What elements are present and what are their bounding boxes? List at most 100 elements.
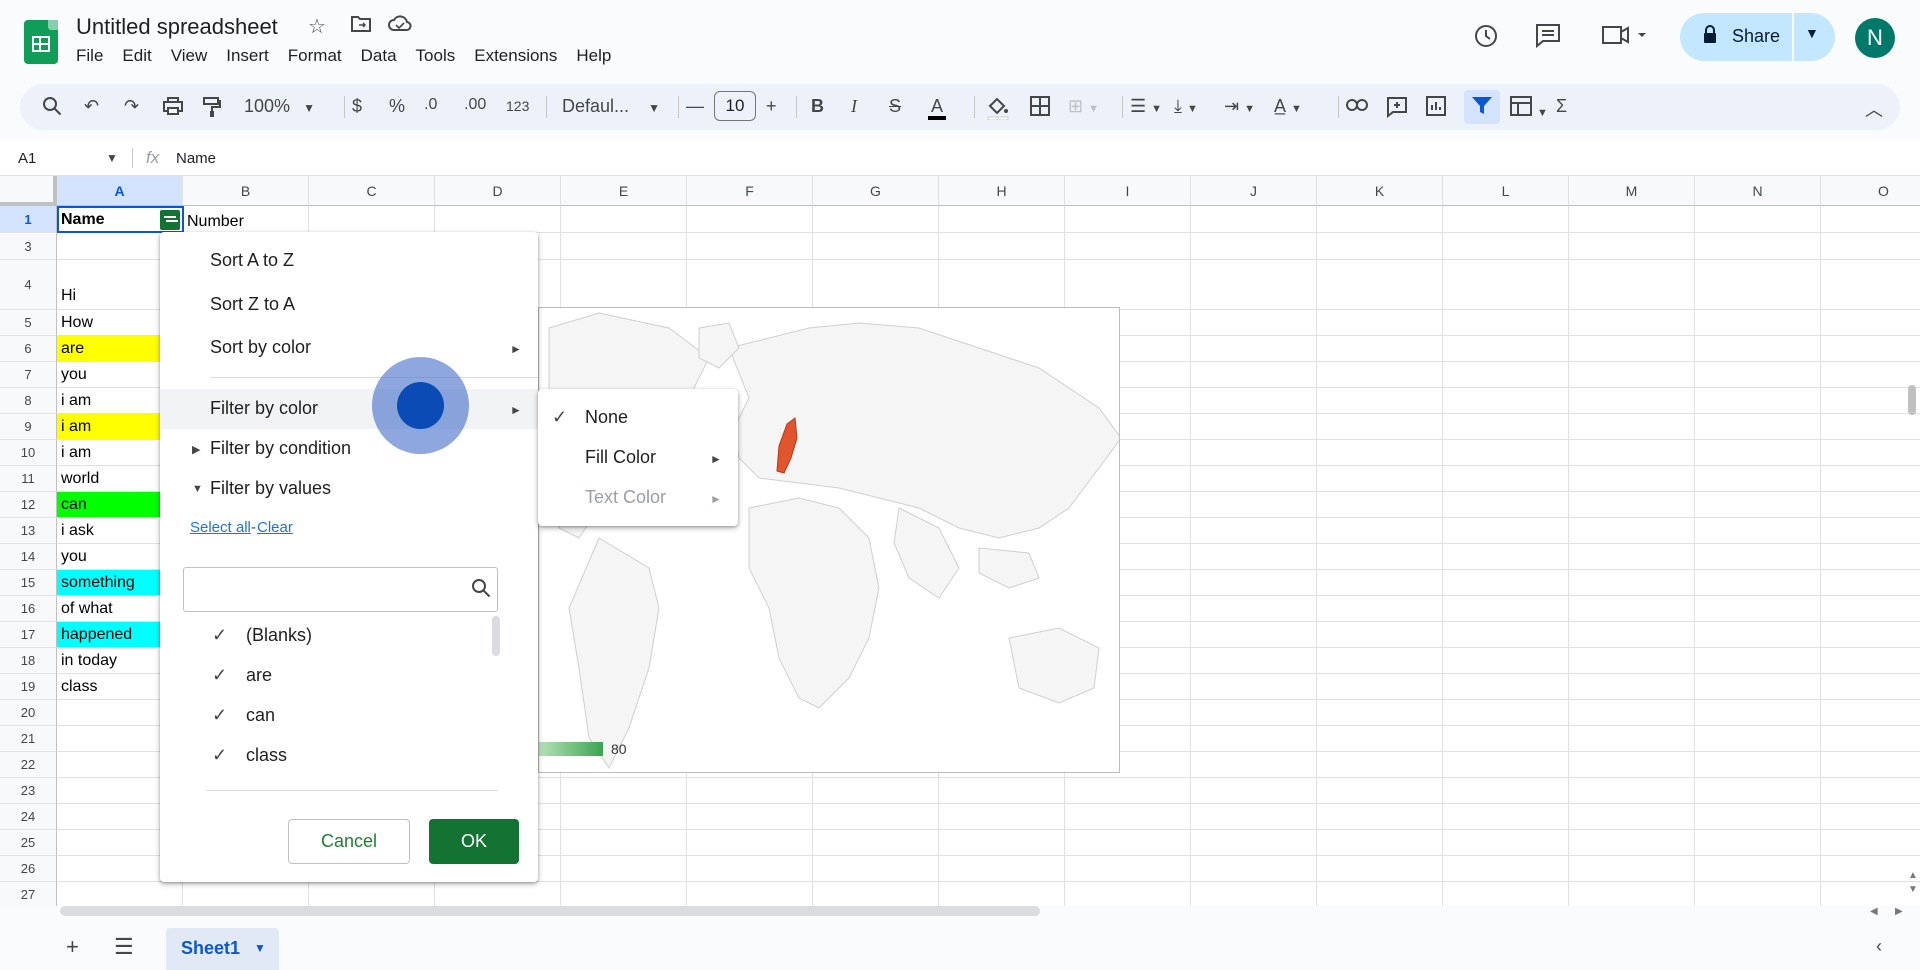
sheet-tab[interactable]: Sheet1 ▼ bbox=[166, 928, 279, 970]
column-header-h[interactable]: H bbox=[939, 176, 1065, 206]
submenu-fill-color-item[interactable]: Fill Color bbox=[585, 447, 656, 468]
menu-view[interactable]: View bbox=[171, 46, 208, 66]
check-icon[interactable]: ✓ bbox=[212, 745, 227, 766]
submenu-none-item[interactable]: None bbox=[585, 407, 628, 428]
cloud-status-icon[interactable] bbox=[388, 14, 412, 38]
cell-a27[interactable] bbox=[57, 882, 183, 906]
add-sheet-icon[interactable]: + bbox=[66, 934, 79, 960]
text-color-icon[interactable]: A bbox=[928, 96, 947, 120]
row-header-16[interactable]: 16 bbox=[0, 596, 57, 622]
row-header-4[interactable]: 4 bbox=[0, 260, 57, 310]
value-item-can[interactable]: can bbox=[246, 705, 275, 726]
row-header-8[interactable]: 8 bbox=[0, 388, 57, 414]
row-header-21[interactable]: 21 bbox=[0, 726, 57, 752]
scroll-right-icon[interactable]: ▶ bbox=[1895, 906, 1903, 917]
functions-icon[interactable]: Σ bbox=[1556, 96, 1567, 117]
check-icon[interactable]: ✓ bbox=[212, 665, 227, 686]
column-header-e[interactable]: E bbox=[561, 176, 687, 206]
menu-file[interactable]: File bbox=[76, 46, 103, 66]
row-header-13[interactable]: 13 bbox=[0, 518, 57, 544]
insert-comment-icon[interactable] bbox=[1386, 96, 1408, 123]
scroll-left-icon[interactable]: ◀ bbox=[1870, 906, 1878, 917]
column-header-a[interactable]: A bbox=[57, 176, 183, 206]
cancel-button[interactable]: Cancel bbox=[288, 819, 410, 864]
column-header-c[interactable]: C bbox=[309, 176, 435, 206]
row-header-10[interactable]: 10 bbox=[0, 440, 57, 466]
row-header-20[interactable]: 20 bbox=[0, 700, 57, 726]
share-dropdown-icon[interactable]: ▼ bbox=[1805, 25, 1819, 41]
collapsed-caret-icon[interactable]: ▶ bbox=[192, 443, 200, 456]
sheet-tab-dropdown-icon[interactable]: ▼ bbox=[254, 941, 266, 955]
column-header-k[interactable]: K bbox=[1317, 176, 1443, 206]
horizontal-scrollbar[interactable] bbox=[60, 906, 1040, 916]
document-title[interactable]: Untitled spreadsheet bbox=[76, 14, 278, 40]
row-header-3[interactable]: 3 bbox=[0, 233, 57, 260]
meet-icon[interactable] bbox=[1600, 22, 1650, 55]
check-icon[interactable]: ✓ bbox=[212, 705, 227, 726]
column-header-d[interactable]: D bbox=[435, 176, 561, 206]
row-header-23[interactable]: 23 bbox=[0, 778, 57, 804]
increase-decimal-button[interactable]: .00 bbox=[464, 96, 486, 114]
menu-format[interactable]: Format bbox=[288, 46, 342, 66]
formula-input[interactable]: Name bbox=[176, 150, 216, 167]
row-header-6[interactable]: 6 bbox=[0, 336, 57, 362]
column-header-j[interactable]: J bbox=[1191, 176, 1317, 206]
expanded-caret-icon[interactable]: ▼ bbox=[192, 483, 203, 495]
version-history-icon[interactable] bbox=[1472, 22, 1500, 57]
column-header-n[interactable]: N bbox=[1695, 176, 1821, 206]
row-header-9[interactable]: 9 bbox=[0, 414, 57, 440]
create-filter-icon[interactable] bbox=[1471, 96, 1493, 121]
row-header-5[interactable]: 5 bbox=[0, 310, 57, 336]
ok-button[interactable]: OK bbox=[429, 819, 519, 864]
share-button[interactable]: Share ▼ bbox=[1680, 13, 1835, 61]
geo-chart[interactable]: 80 bbox=[538, 307, 1120, 773]
value-item-are[interactable]: are bbox=[246, 665, 272, 686]
vertical-scrollbar[interactable] bbox=[1908, 385, 1916, 415]
increase-font-size-icon[interactable]: + bbox=[766, 96, 777, 117]
currency-format-button[interactable]: $ bbox=[352, 96, 362, 117]
menu-data[interactable]: Data bbox=[361, 46, 397, 66]
font-size-input[interactable]: 10 bbox=[714, 91, 756, 121]
text-rotation-icon[interactable]: A̲ ▼ bbox=[1274, 96, 1302, 117]
row-header-15[interactable]: 15 bbox=[0, 570, 57, 596]
avatar[interactable]: N bbox=[1855, 18, 1895, 58]
sort-z-to-a-item[interactable]: Sort Z to A bbox=[210, 294, 295, 315]
undo-icon[interactable]: ↶ bbox=[84, 96, 99, 117]
horizontal-align-icon[interactable]: ☰ ▼ bbox=[1130, 96, 1162, 117]
print-icon[interactable] bbox=[162, 96, 184, 121]
menu-tools[interactable]: Tools bbox=[416, 46, 456, 66]
row-header-24[interactable]: 24 bbox=[0, 804, 57, 830]
clear-link[interactable]: Clear bbox=[257, 519, 293, 536]
insert-chart-icon[interactable] bbox=[1426, 96, 1446, 121]
text-wrapping-icon[interactable]: ⇥ ▼ bbox=[1224, 96, 1255, 117]
row-header-11[interactable]: 11 bbox=[0, 466, 57, 492]
comments-icon[interactable] bbox=[1534, 22, 1562, 55]
scroll-down-icon[interactable]: ▼ bbox=[1908, 884, 1918, 895]
sort-by-color-item[interactable]: Sort by color bbox=[210, 337, 311, 358]
table-icon[interactable]: ▼ bbox=[1510, 96, 1548, 121]
sort-a-to-z-item[interactable]: Sort A to Z bbox=[210, 250, 294, 271]
value-item-blanks[interactable]: (Blanks) bbox=[246, 625, 312, 646]
strikethrough-icon[interactable]: S bbox=[889, 96, 901, 117]
row-header-14[interactable]: 14 bbox=[0, 544, 57, 570]
italic-icon[interactable]: I bbox=[851, 96, 857, 117]
move-folder-icon[interactable] bbox=[350, 14, 372, 40]
menu-edit[interactable]: Edit bbox=[122, 46, 151, 66]
row-header-1[interactable]: 1 bbox=[0, 206, 57, 233]
menu-extensions[interactable]: Extensions bbox=[474, 46, 557, 66]
decrease-decimal-button[interactable]: .0 bbox=[424, 96, 437, 114]
collapse-toolbar-icon[interactable]: ︿ bbox=[1865, 96, 1883, 122]
value-item-class[interactable]: class bbox=[246, 745, 287, 766]
name-box-dropdown-icon[interactable]: ▼ bbox=[106, 151, 118, 165]
menu-insert[interactable]: Insert bbox=[226, 46, 269, 66]
row-header-25[interactable]: 25 bbox=[0, 830, 57, 856]
row-header-19[interactable]: 19 bbox=[0, 674, 57, 700]
all-sheets-icon[interactable]: ☰ bbox=[114, 934, 134, 960]
filter-by-condition-item[interactable]: Filter by condition bbox=[210, 438, 351, 459]
column-header-m[interactable]: M bbox=[1569, 176, 1695, 206]
merge-cells-icon[interactable]: ⊞ ▼ bbox=[1068, 96, 1099, 117]
values-scrollbar[interactable] bbox=[492, 616, 500, 656]
side-panel-toggle-icon[interactable]: ‹ bbox=[1876, 936, 1882, 957]
zoom-select[interactable]: 100% ▼ bbox=[244, 96, 315, 117]
row-header-27[interactable]: 27 bbox=[0, 882, 57, 906]
